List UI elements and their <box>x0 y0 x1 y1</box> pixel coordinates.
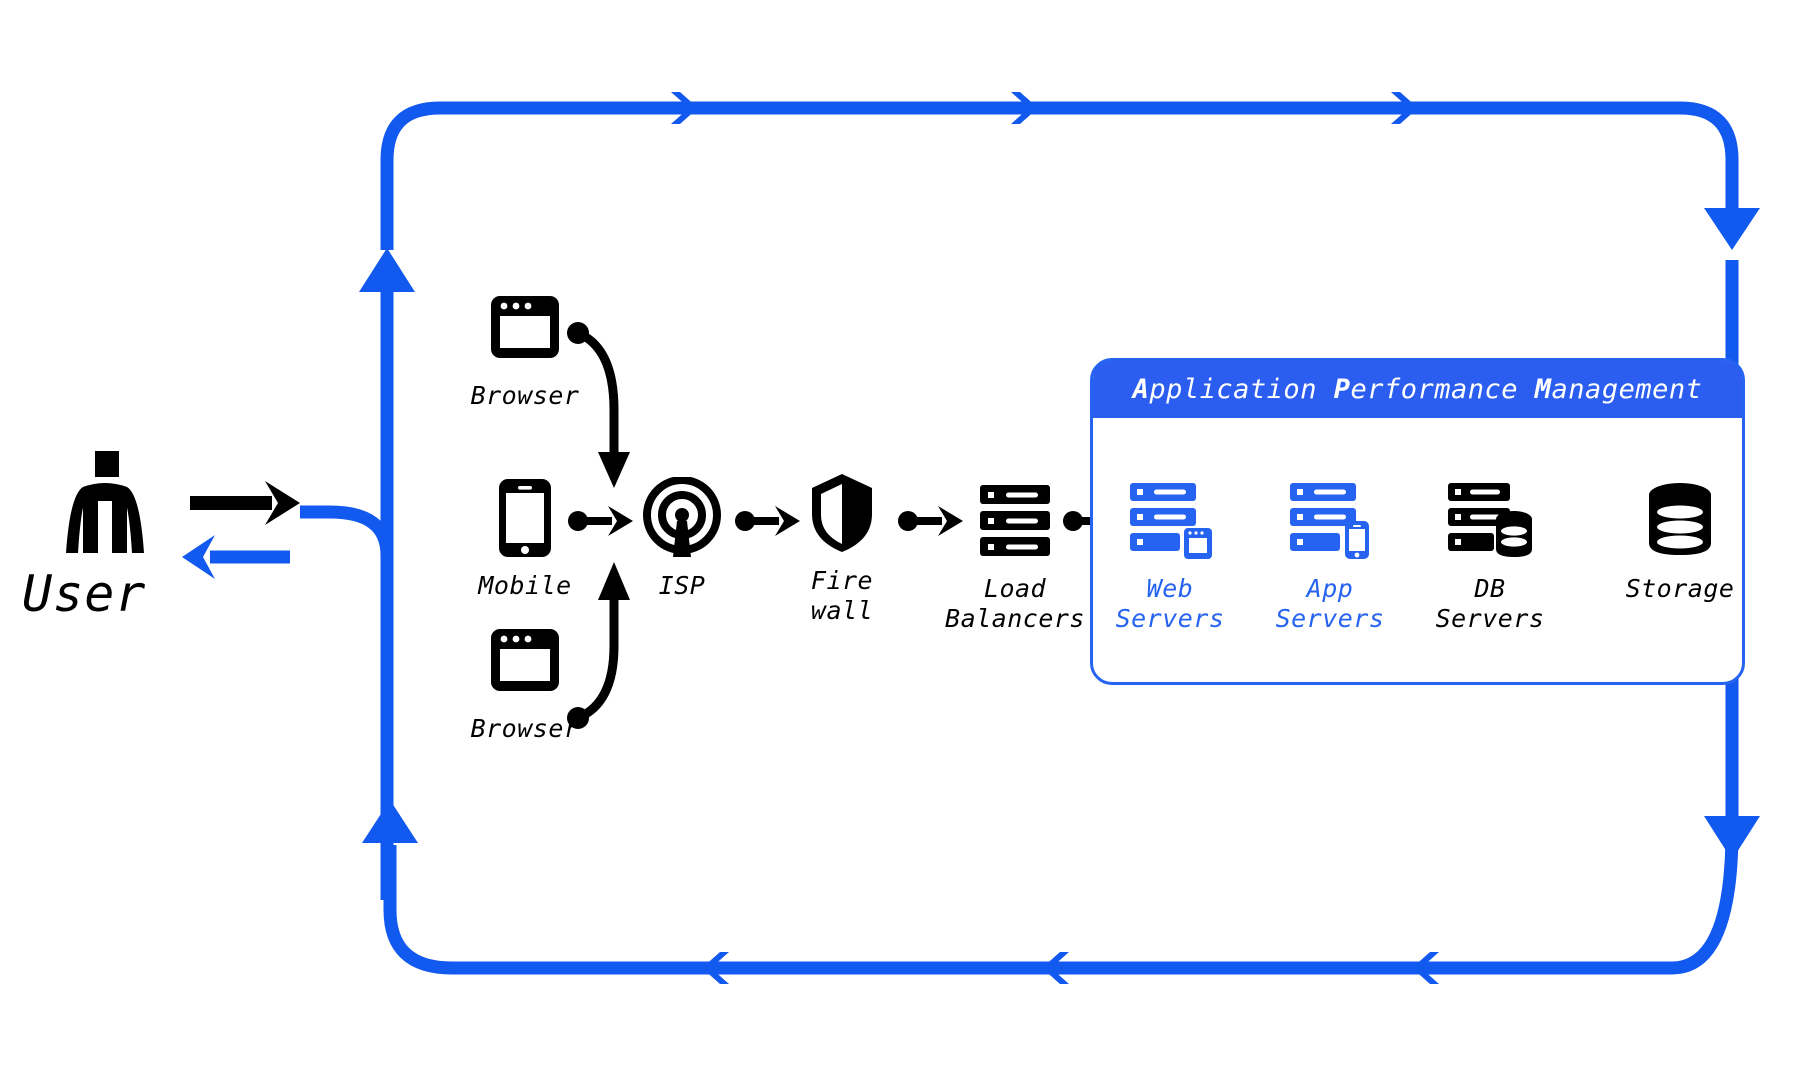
node-label: Mobile <box>478 571 572 600</box>
response-arrow-blue <box>182 535 290 579</box>
node-firewall[interactable]: Fire wall <box>772 470 912 626</box>
node-browser-top[interactable]: Browser <box>455 285 595 411</box>
browser-window-icon <box>489 618 561 704</box>
user-icon <box>50 451 160 553</box>
node-label: Load Balancers <box>945 574 1085 633</box>
broadcast-antenna-icon <box>641 475 723 561</box>
server-stack-mobile-icon <box>1288 478 1372 564</box>
node-user[interactable] <box>20 451 190 553</box>
node-label: Storage <box>1625 574 1735 603</box>
node-label: Browser <box>470 714 580 743</box>
server-stack-icon <box>978 478 1052 564</box>
node-storage[interactable]: Storage <box>1600 478 1760 604</box>
node-load-balancers[interactable]: Load Balancers <box>935 478 1095 634</box>
diagram-canvas: Application Performance Management User <box>0 0 1800 1080</box>
node-browser-bottom[interactable]: Browser <box>455 618 595 744</box>
browser-window-icon <box>489 285 561 371</box>
node-db-servers[interactable]: DB Servers <box>1415 478 1565 634</box>
node-mobile[interactable]: Mobile <box>455 475 595 601</box>
node-label: Fire wall <box>810 566 874 625</box>
node-app-servers[interactable]: App Servers <box>1255 478 1405 634</box>
blue-return-path-bottom <box>362 800 1739 984</box>
apm-panel-header: Application Performance Management <box>1093 361 1742 418</box>
node-isp[interactable]: ISP <box>612 475 752 601</box>
database-cylinder-icon <box>1643 478 1717 564</box>
blue-left-riser-up <box>300 248 415 560</box>
apm-title: Application Performance Management <box>1132 374 1703 405</box>
shield-icon <box>809 470 875 556</box>
node-label: App Servers <box>1275 574 1385 633</box>
node-label: ISP <box>658 571 706 600</box>
node-label: DB Servers <box>1435 574 1545 633</box>
request-arrow-black <box>190 481 300 525</box>
node-label: Web Servers <box>1115 574 1225 633</box>
node-label: Browser <box>470 381 580 410</box>
user-label: User <box>22 565 147 623</box>
blue-return-path-top <box>380 92 1760 250</box>
node-web-servers[interactable]: Web Servers <box>1095 478 1245 634</box>
server-stack-database-icon <box>1446 478 1534 564</box>
server-stack-browser-icon <box>1128 478 1212 564</box>
mobile-phone-icon <box>497 475 553 561</box>
